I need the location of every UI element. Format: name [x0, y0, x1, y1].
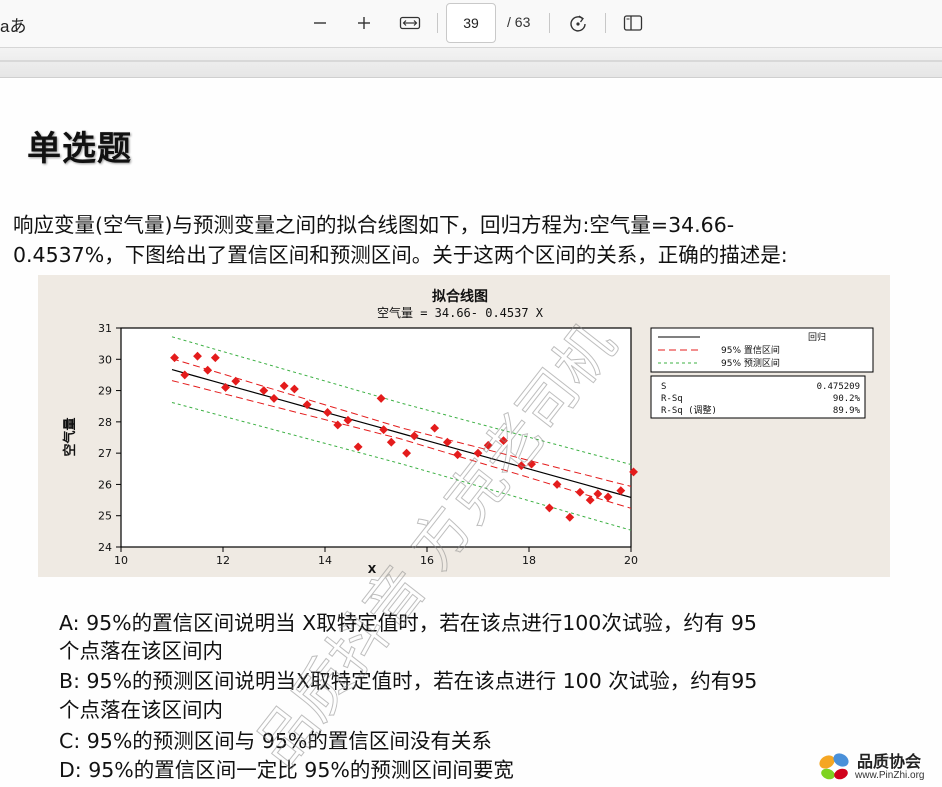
- stats-label: S: [661, 382, 666, 392]
- y-tick-label: 24: [98, 541, 112, 554]
- fit-width-icon: [399, 16, 421, 30]
- read-aloud-button[interactable]: aあ: [0, 12, 26, 37]
- page-total: / 63: [507, 14, 531, 30]
- plus-icon: [358, 17, 370, 29]
- rotate-button[interactable]: [561, 6, 595, 40]
- toolbar-shadow: [0, 48, 942, 78]
- x-tick-label: 12: [216, 554, 230, 567]
- y-tick-label: 25: [98, 510, 112, 523]
- chart-svg: 拟合线图 空气量 = 34.66- 0.4537 X 10 12 14 16 18 20 2…: [62, 288, 874, 576]
- question-line: 响应变量(空气量)与预测变量之间的拟合线图如下，回归方程为:空气量=34.66-: [13, 213, 735, 237]
- pdf-toolbar: aあ 39 / 63: [0, 0, 942, 48]
- toolbar-divider: [605, 13, 606, 33]
- logo-name: 品质协会: [857, 752, 922, 771]
- legend-label: 95% 置信区间: [721, 344, 780, 356]
- y-axis-label: 空气量: [62, 417, 78, 456]
- stats-value: 0.475209: [817, 382, 860, 392]
- page-view-button[interactable]: [616, 6, 650, 40]
- stats-value: 90.2%: [833, 394, 861, 404]
- legend-label: 回归: [808, 331, 826, 343]
- plot-area: [120, 327, 632, 548]
- pdf-page: 单选题 响应变量(空气量)与预测变量之间的拟合线图如下，回归方程为:空气量=34…: [0, 79, 942, 787]
- x-tick-label: 18: [522, 554, 536, 567]
- page-heading: 单选题: [27, 129, 132, 169]
- minus-icon: [314, 22, 326, 24]
- page-number-input[interactable]: 39: [446, 3, 496, 43]
- stats-value: 89.9%: [833, 406, 861, 416]
- stats-label: R-Sq: [661, 394, 683, 404]
- y-tick-label: 27: [98, 447, 112, 460]
- x-tick-label: 20: [624, 554, 638, 567]
- fit-width-button[interactable]: [393, 6, 427, 40]
- y-tick-label: 29: [98, 385, 112, 398]
- option-d: D: 95%的置信区间一定比 95%的预测区间间要宽: [59, 758, 514, 782]
- page-view-icon: [623, 15, 643, 31]
- y-tick-label: 30: [98, 353, 112, 366]
- x-axis-label: X: [368, 563, 377, 576]
- option-c: C: 95%的预测区间与 95%的置信区间没有关系: [59, 729, 492, 753]
- x-tick-label: 14: [318, 554, 332, 567]
- fitted-line-plot: 拟合线图 空气量 = 34.66- 0.4537 X 10 12 14 16 18 20 2…: [38, 275, 890, 577]
- x-tick-label: 16: [420, 554, 434, 567]
- y-tick-label: 28: [98, 416, 112, 429]
- y-tick-label: 31: [98, 322, 112, 335]
- option-b-cont: 个点落在该区间内: [59, 698, 223, 722]
- butterfly-logo-icon: [819, 753, 849, 780]
- y-tick-label: 26: [98, 478, 112, 491]
- question-line: 0.4537%，下图给出了置信区间和预测区间。关于这两个区间的关系，正确的描述是…: [13, 243, 788, 267]
- toolbar-divider: [549, 13, 550, 33]
- chart-subtitle: 空气量 = 34.66- 0.4537 X: [377, 305, 544, 320]
- legend-label: 95% 预测区间: [721, 357, 780, 369]
- logo-url: www.PinZhi.org: [855, 770, 925, 781]
- zoom-in-button[interactable]: [347, 6, 381, 40]
- rotate-icon: [570, 15, 586, 32]
- zoom-out-button[interactable]: [303, 6, 337, 40]
- option-a: A: 95%的置信区间说明当 X取特定值时，若在该点进行100次试验，约有 95: [59, 611, 757, 635]
- chart-title: 拟合线图: [432, 288, 488, 305]
- toolbar-divider: [437, 13, 438, 33]
- option-a-cont: 个点落在该区间内: [59, 639, 223, 663]
- stats-label: R-Sq (调整): [661, 404, 717, 416]
- x-tick-label: 10: [114, 554, 128, 567]
- pinzhi-logo: 品质协会 www.PinZhi.org: [815, 748, 940, 786]
- option-b: B: 95%的预测区间说明当X取特定值时，若在该点进行 100 次试验，约有95: [59, 669, 758, 693]
